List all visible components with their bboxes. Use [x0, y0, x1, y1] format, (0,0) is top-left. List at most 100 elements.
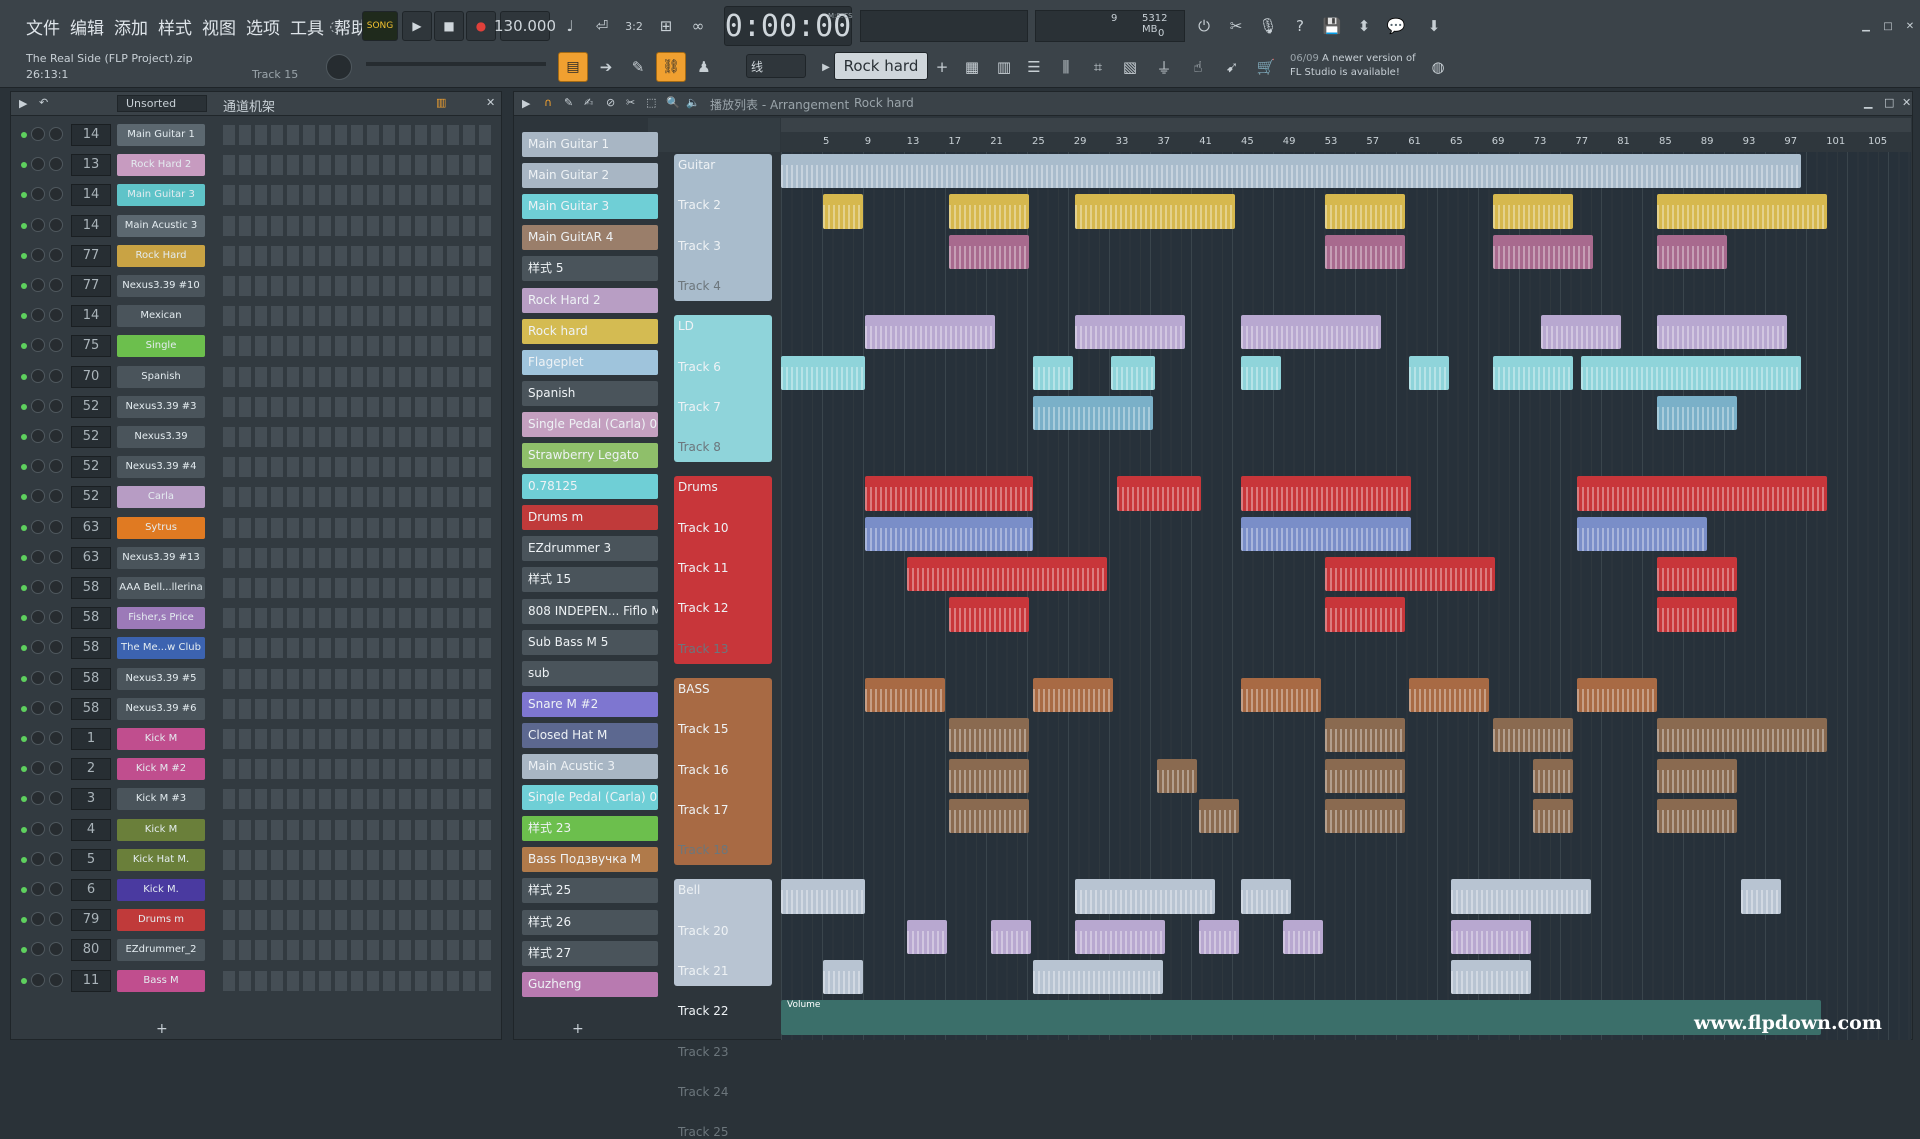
channel-led[interactable]	[21, 947, 27, 954]
channel-volume-knob[interactable]	[31, 278, 45, 292]
channel-volume-knob[interactable]	[31, 761, 45, 776]
channel-mixer-track[interactable]: 3	[71, 788, 111, 811]
channel-volume-knob[interactable]	[31, 398, 45, 413]
channel-pan-knob[interactable]	[49, 549, 63, 564]
channel-led[interactable]	[21, 373, 27, 380]
step-sequencer[interactable]	[223, 789, 491, 810]
channel-pan-knob[interactable]	[49, 519, 63, 534]
channel-rack-icon[interactable]: ☰	[1020, 52, 1048, 82]
channel-mixer-track[interactable]: 58	[71, 607, 111, 630]
playlist-clip[interactable]	[1033, 395, 1153, 431]
channel-mixer-track[interactable]: 11	[71, 969, 111, 992]
playlist-clip[interactable]	[907, 557, 1107, 592]
playlist-clip[interactable]	[1199, 919, 1239, 954]
channel-led[interactable]	[21, 977, 27, 984]
channel-volume-knob[interactable]	[31, 519, 45, 534]
menu-add[interactable]: 添加	[112, 14, 150, 39]
snap-select[interactable]: 线	[746, 54, 806, 78]
channel-pan-knob[interactable]	[49, 942, 63, 957]
pattern-item[interactable]: Bass Подзвучка M	[522, 847, 658, 873]
channel-volume-knob[interactable]	[31, 942, 45, 957]
step-sequencer[interactable]	[223, 185, 491, 206]
channel-mixer-track[interactable]: 58	[71, 577, 111, 599]
channel-led[interactable]	[21, 675, 27, 682]
playlist-clip[interactable]	[1577, 516, 1707, 551]
channel-row[interactable]: 5 Kick Hat M.	[11, 845, 493, 875]
pattern-item[interactable]: Guzheng	[522, 971, 658, 997]
step-sequencer[interactable]	[223, 306, 491, 327]
channel-pan-knob[interactable]	[49, 791, 63, 806]
playlist-clip[interactable]	[865, 476, 1033, 511]
playlist-clip[interactable]	[1325, 718, 1405, 753]
step-sequencer[interactable]	[223, 608, 491, 629]
recording-icon[interactable]: ◌	[322, 11, 350, 41]
add-pattern-button[interactable]: +	[572, 1021, 584, 1037]
automation-clip[interactable]: Volume	[781, 1000, 1821, 1035]
channel-row[interactable]: 58 Fisher,s Price	[11, 603, 493, 633]
channel-pan-knob[interactable]	[49, 731, 63, 745]
channel-mixer-track[interactable]: 63	[71, 546, 111, 569]
chat-icon[interactable]: 💬	[1382, 11, 1410, 41]
step-sequencer[interactable]	[223, 819, 491, 840]
channel-volume-knob[interactable]	[31, 549, 45, 564]
playlist-clip[interactable]	[1075, 194, 1235, 229]
pattern-selector[interactable]: Rock hard	[834, 52, 928, 80]
pattern-item[interactable]: Snare M #2	[522, 691, 658, 717]
channel-row[interactable]: 58 AAA Bell...llerina	[11, 573, 493, 603]
download-icon[interactable]: ⬇	[1420, 11, 1448, 41]
pattern-item[interactable]: Single Pedal (Carla) 03	[522, 785, 658, 811]
master-pitch-slider[interactable]	[366, 62, 546, 66]
channel-row[interactable]: 11 Bass M	[11, 966, 493, 996]
pattern-item[interactable]: 0.78125	[522, 474, 658, 500]
touch-icon[interactable]: ☝	[1184, 52, 1212, 82]
channel-mixer-track[interactable]: 52	[71, 486, 111, 509]
plug-icon[interactable]: ⏚	[1150, 52, 1178, 82]
pattern-item[interactable]: 样式 27	[522, 940, 658, 966]
channel-led[interactable]	[21, 403, 27, 410]
channel-row[interactable]: 63 Nexus3.39 #13	[11, 543, 493, 573]
channel-mixer-track[interactable]: 52	[71, 426, 111, 448]
playlist-clip[interactable]	[1075, 315, 1185, 350]
playlist-clip[interactable]	[1581, 355, 1801, 390]
track-name[interactable]: Track 15	[678, 722, 728, 736]
channel-pan-knob[interactable]	[49, 217, 63, 232]
rack-close-icon[interactable]: ✕	[486, 96, 495, 109]
pattern-item[interactable]: 样式 25	[522, 878, 658, 904]
channel-pan-knob[interactable]	[49, 489, 63, 504]
playlist-minimize-icon[interactable]: ▁	[1864, 96, 1872, 109]
channel-row[interactable]: 52 Carla	[11, 482, 493, 512]
channel-led[interactable]	[21, 856, 27, 863]
channel-name-button[interactable]: Bass M	[117, 969, 205, 992]
link-icon[interactable]: ⛓	[656, 52, 686, 82]
channel-volume-knob[interactable]	[31, 308, 45, 323]
filter-select[interactable]: Unsorted	[117, 95, 207, 112]
track-name[interactable]: Track 4	[678, 279, 721, 293]
channel-row[interactable]: 77 Rock Hard	[11, 241, 493, 271]
channel-led[interactable]	[21, 826, 27, 833]
channel-row[interactable]: 52 Nexus3.39	[11, 422, 493, 452]
track-name[interactable]: Track 10	[678, 521, 728, 535]
channel-pan-knob[interactable]	[49, 429, 63, 443]
playlist-clip[interactable]	[1241, 355, 1281, 390]
stop-button[interactable]: ■	[434, 11, 464, 41]
channel-row[interactable]: 75 Single	[11, 331, 493, 361]
channel-name-button[interactable]: Rock Hard	[117, 244, 205, 267]
channel-mixer-track[interactable]: 13	[71, 154, 111, 177]
zoom-tool-icon[interactable]: 🔍	[666, 96, 680, 109]
channel-led[interactable]	[21, 917, 27, 924]
channel-led[interactable]	[21, 222, 27, 229]
playlist-clip[interactable]	[781, 355, 865, 390]
channel-row[interactable]: 4 Kick M	[11, 815, 493, 845]
playlist-clip[interactable]	[1657, 395, 1737, 431]
channel-pan-knob[interactable]	[49, 640, 63, 655]
pattern-item[interactable]: Sub Bass M 5	[522, 629, 658, 655]
channel-mixer-track[interactable]: 52	[71, 395, 111, 418]
menu-file[interactable]: 文件	[24, 14, 62, 39]
channel-name-button[interactable]: Sytrus	[117, 516, 205, 539]
channel-led[interactable]	[21, 192, 27, 199]
pattern-item[interactable]: Main GuitAR 4	[522, 225, 658, 251]
loop-record-icon[interactable]: ∞	[684, 11, 712, 41]
step-sequencer[interactable]	[223, 245, 491, 266]
channel-pan-knob[interactable]	[49, 700, 63, 715]
pattern-item[interactable]: Single Pedal (Carla) 06	[522, 411, 658, 437]
